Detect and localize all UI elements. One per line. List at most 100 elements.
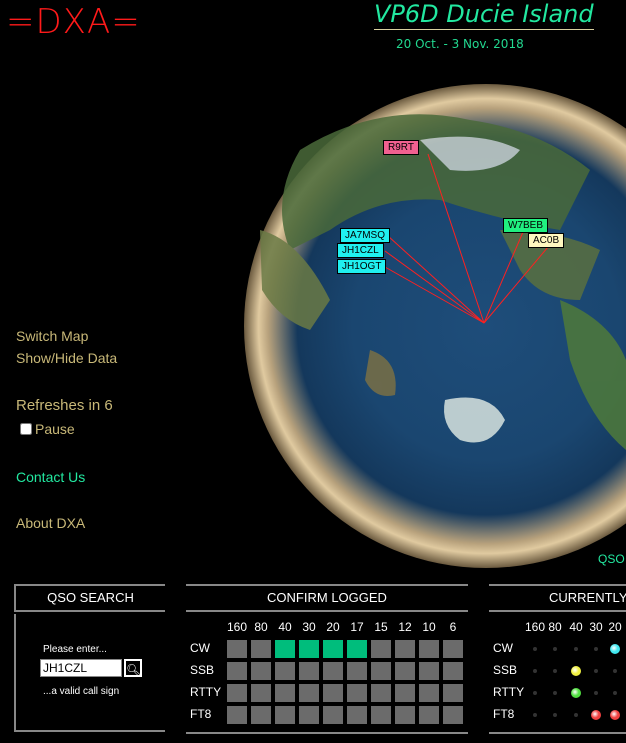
- confirm-cell: [419, 640, 439, 658]
- confirm-cell: [371, 640, 391, 658]
- spot-label[interactable]: JH1OGT: [337, 259, 387, 274]
- confirm-cell: [323, 640, 343, 658]
- confirm-cell: [323, 706, 343, 724]
- mode-label: RTTY: [493, 685, 525, 699]
- confirm-cell: [419, 706, 439, 724]
- inactive-indicator: [574, 647, 578, 651]
- spot-label[interactable]: JA7MSQ: [340, 228, 391, 243]
- active-indicator: [610, 710, 620, 720]
- spot-label[interactable]: R9RT: [383, 140, 419, 155]
- confirm-cell: [347, 706, 367, 724]
- inactive-indicator: [533, 647, 537, 651]
- band-header: 20: [608, 620, 622, 634]
- confirm-cell: [443, 684, 463, 702]
- confirm-cell: [395, 706, 415, 724]
- mode-label: SSB: [493, 663, 518, 677]
- confirm-cell: [299, 684, 319, 702]
- confirm-cell: [299, 640, 319, 658]
- confirm-cell: [371, 684, 391, 702]
- search-hint: ...a valid call sign: [43, 686, 120, 697]
- band-header: 12: [398, 620, 412, 634]
- spot-label[interactable]: JH1CZL: [337, 243, 384, 258]
- confirm-cell: [443, 662, 463, 680]
- band-header: 160: [226, 620, 248, 634]
- band-header: 40: [278, 620, 292, 634]
- inactive-indicator: [553, 713, 557, 717]
- band-header: 6: [449, 620, 457, 634]
- active-indicator: [610, 644, 620, 654]
- active-indicator: [591, 710, 601, 720]
- confirm-cell: [227, 684, 247, 702]
- confirm-cell: [227, 662, 247, 680]
- band-header: 10: [422, 620, 436, 634]
- inactive-indicator: [533, 691, 537, 695]
- inactive-indicator: [553, 691, 557, 695]
- callsign-input[interactable]: [40, 659, 122, 677]
- confirm-cell: [395, 684, 415, 702]
- band-header: 160: [525, 620, 546, 634]
- mode-label: CW: [190, 641, 210, 655]
- band-header: 80: [254, 620, 268, 634]
- mode-label: RTTY: [190, 685, 222, 699]
- confirm-cell: [251, 640, 271, 658]
- confirm-cell: [347, 684, 367, 702]
- inactive-indicator: [613, 691, 617, 695]
- qso-corner-text: QSO: [598, 552, 625, 566]
- active-indicator: [571, 688, 581, 698]
- search-button[interactable]: 🔍︎: [124, 659, 142, 677]
- confirm-cell: [227, 640, 247, 658]
- confirm-cell: [395, 640, 415, 658]
- band-header: 20: [326, 620, 340, 634]
- inactive-indicator: [594, 691, 598, 695]
- globe-overlay: [244, 84, 626, 568]
- search-prompt: Please enter...: [43, 644, 107, 655]
- mode-label: FT8: [493, 707, 515, 721]
- band-header: 40: [569, 620, 583, 634]
- confirm-cell: [275, 706, 295, 724]
- active-indicator: [571, 666, 581, 676]
- confirm-cell: [275, 662, 295, 680]
- confirm-logged-title: CONFIRM LOGGED: [186, 584, 468, 612]
- inactive-indicator: [533, 713, 537, 717]
- confirm-cell: [227, 706, 247, 724]
- band-header: 15: [374, 620, 388, 634]
- band-header: 17: [350, 620, 364, 634]
- confirm-cell: [371, 662, 391, 680]
- inactive-indicator: [553, 647, 557, 651]
- confirm-cell: [323, 662, 343, 680]
- confirm-cell: [251, 684, 271, 702]
- confirm-cell: [395, 662, 415, 680]
- spot-label[interactable]: AC0B: [528, 233, 565, 248]
- band-header: 30: [302, 620, 316, 634]
- confirm-cell: [371, 706, 391, 724]
- confirm-cell: [419, 662, 439, 680]
- band-header: 30: [589, 620, 603, 634]
- confirm-cell: [443, 706, 463, 724]
- confirm-logged-panel: CONFIRM LOGGED 160 80 40 30 20 17 15 12 10 6 CW SSB…: [186, 584, 468, 734]
- confirm-cell: [275, 640, 295, 658]
- inactive-indicator: [553, 669, 557, 673]
- spot-label[interactable]: W7BEB: [503, 218, 549, 233]
- confirm-cell: [443, 640, 463, 658]
- confirm-cell: [323, 684, 343, 702]
- search-icon: 🔍︎: [126, 663, 142, 677]
- inactive-indicator: [533, 669, 537, 673]
- inactive-indicator: [594, 647, 598, 651]
- confirm-cell: [347, 640, 367, 658]
- confirm-cell: [299, 706, 319, 724]
- inactive-indicator: [613, 669, 617, 673]
- confirm-cell: [419, 684, 439, 702]
- currently-active-panel: CURRENTLY 160 80 40 30 20 CW SSB RTTY FT8: [489, 584, 626, 734]
- band-header: 80: [548, 620, 562, 634]
- currently-title: CURRENTLY: [489, 584, 626, 612]
- qso-search-panel: QSO SEARCH Please enter... 🔍︎ ...a valid…: [14, 584, 165, 732]
- confirm-cell: [299, 662, 319, 680]
- qso-search-title: QSO SEARCH: [14, 584, 165, 612]
- inactive-indicator: [594, 669, 598, 673]
- mode-label: SSB: [190, 663, 215, 677]
- mode-label: CW: [493, 641, 513, 655]
- mode-label: FT8: [190, 707, 212, 721]
- inactive-indicator: [574, 713, 578, 717]
- confirm-cell: [251, 706, 271, 724]
- confirm-cell: [275, 684, 295, 702]
